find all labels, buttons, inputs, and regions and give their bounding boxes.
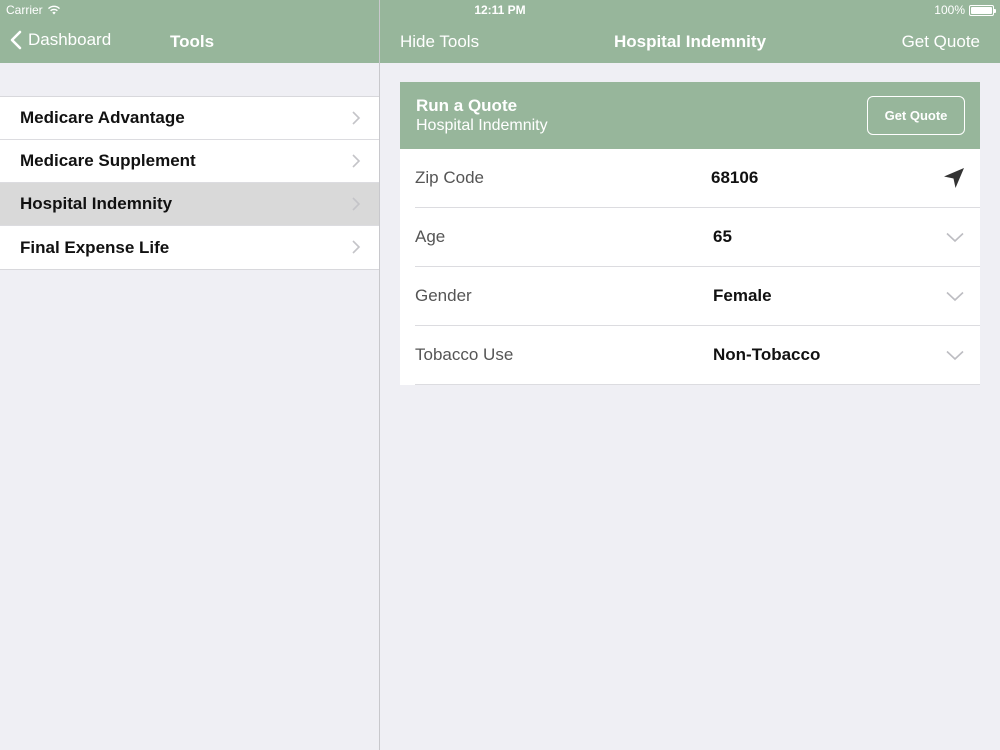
zip-code-row[interactable]: Zip Code 68106 (400, 149, 980, 208)
zip-code-field[interactable]: 68106 (711, 168, 758, 188)
back-button-label: Dashboard (28, 30, 112, 49)
sidebar-item-medicare-supplement[interactable]: Medicare Supplement (0, 140, 379, 183)
sidebar-item-medicare-advantage[interactable]: Medicare Advantage (0, 97, 379, 140)
quote-card: Run a Quote Hospital Indemnity Get Quote… (400, 82, 980, 385)
tools-menu: Medicare Advantage Medicare Supplement H… (0, 96, 379, 270)
sidebar-item-label: Medicare Advantage (20, 108, 185, 127)
battery-icon (969, 4, 996, 16)
gender-row[interactable]: Gender Female (400, 267, 980, 326)
get-quote-button[interactable]: Get Quote (867, 96, 965, 135)
age-row[interactable]: Age 65 (400, 208, 980, 267)
chevron-left-icon (10, 30, 22, 50)
sidebar-item-label: Final Expense Life (20, 237, 170, 257)
chevron-right-icon (352, 111, 361, 125)
chevron-right-icon (352, 240, 361, 254)
quote-card-subtitle: Hospital Indemnity (416, 117, 548, 134)
gender-label: Gender (415, 286, 472, 305)
main-content: Run a Quote Hospital Indemnity Get Quote… (380, 63, 1000, 750)
chevron-down-icon[interactable] (946, 350, 964, 361)
sidebar-item-final-expense-life[interactable]: Final Expense Life (0, 226, 379, 269)
status-time: 12:11 PM (474, 3, 526, 17)
gender-select[interactable]: Female (713, 286, 772, 306)
tobacco-use-label: Tobacco Use (415, 345, 514, 364)
chevron-right-icon (352, 154, 361, 168)
sidebar-title: Tools (170, 32, 215, 51)
tobacco-use-select[interactable]: Non-Tobacco (713, 345, 820, 365)
chevron-right-icon (352, 197, 361, 211)
location-arrow-icon[interactable] (942, 166, 966, 190)
quote-card-title: Run a Quote (416, 96, 518, 115)
back-button[interactable]: Dashboard (10, 30, 111, 50)
quote-card-header: Run a Quote Hospital Indemnity Get Quote (400, 82, 980, 149)
age-label: Age (415, 227, 446, 246)
sidebar-item-label: Medicare Supplement (20, 151, 196, 170)
nav-get-quote-button[interactable]: Get Quote (902, 32, 980, 52)
battery-percent: 100% (934, 3, 965, 17)
age-select[interactable]: 65 (713, 227, 732, 247)
tobacco-use-row[interactable]: Tobacco Use Non-Tobacco (400, 326, 980, 385)
status-battery: 100% (934, 3, 996, 17)
chevron-down-icon[interactable] (946, 232, 964, 243)
chevron-down-icon[interactable] (946, 291, 964, 302)
sidebar-item-label: Hospital Indemnity (20, 194, 173, 213)
zip-code-label: Zip Code (415, 168, 484, 187)
sidebar: Medicare Advantage Medicare Supplement H… (0, 63, 379, 750)
sidebar-item-hospital-indemnity[interactable]: Hospital Indemnity (0, 183, 379, 226)
top-navigation-bar: Carrier 12:11 PM 100% Dashboard Tools Ho… (0, 0, 1000, 63)
hide-tools-button[interactable]: Hide Tools (400, 32, 479, 52)
